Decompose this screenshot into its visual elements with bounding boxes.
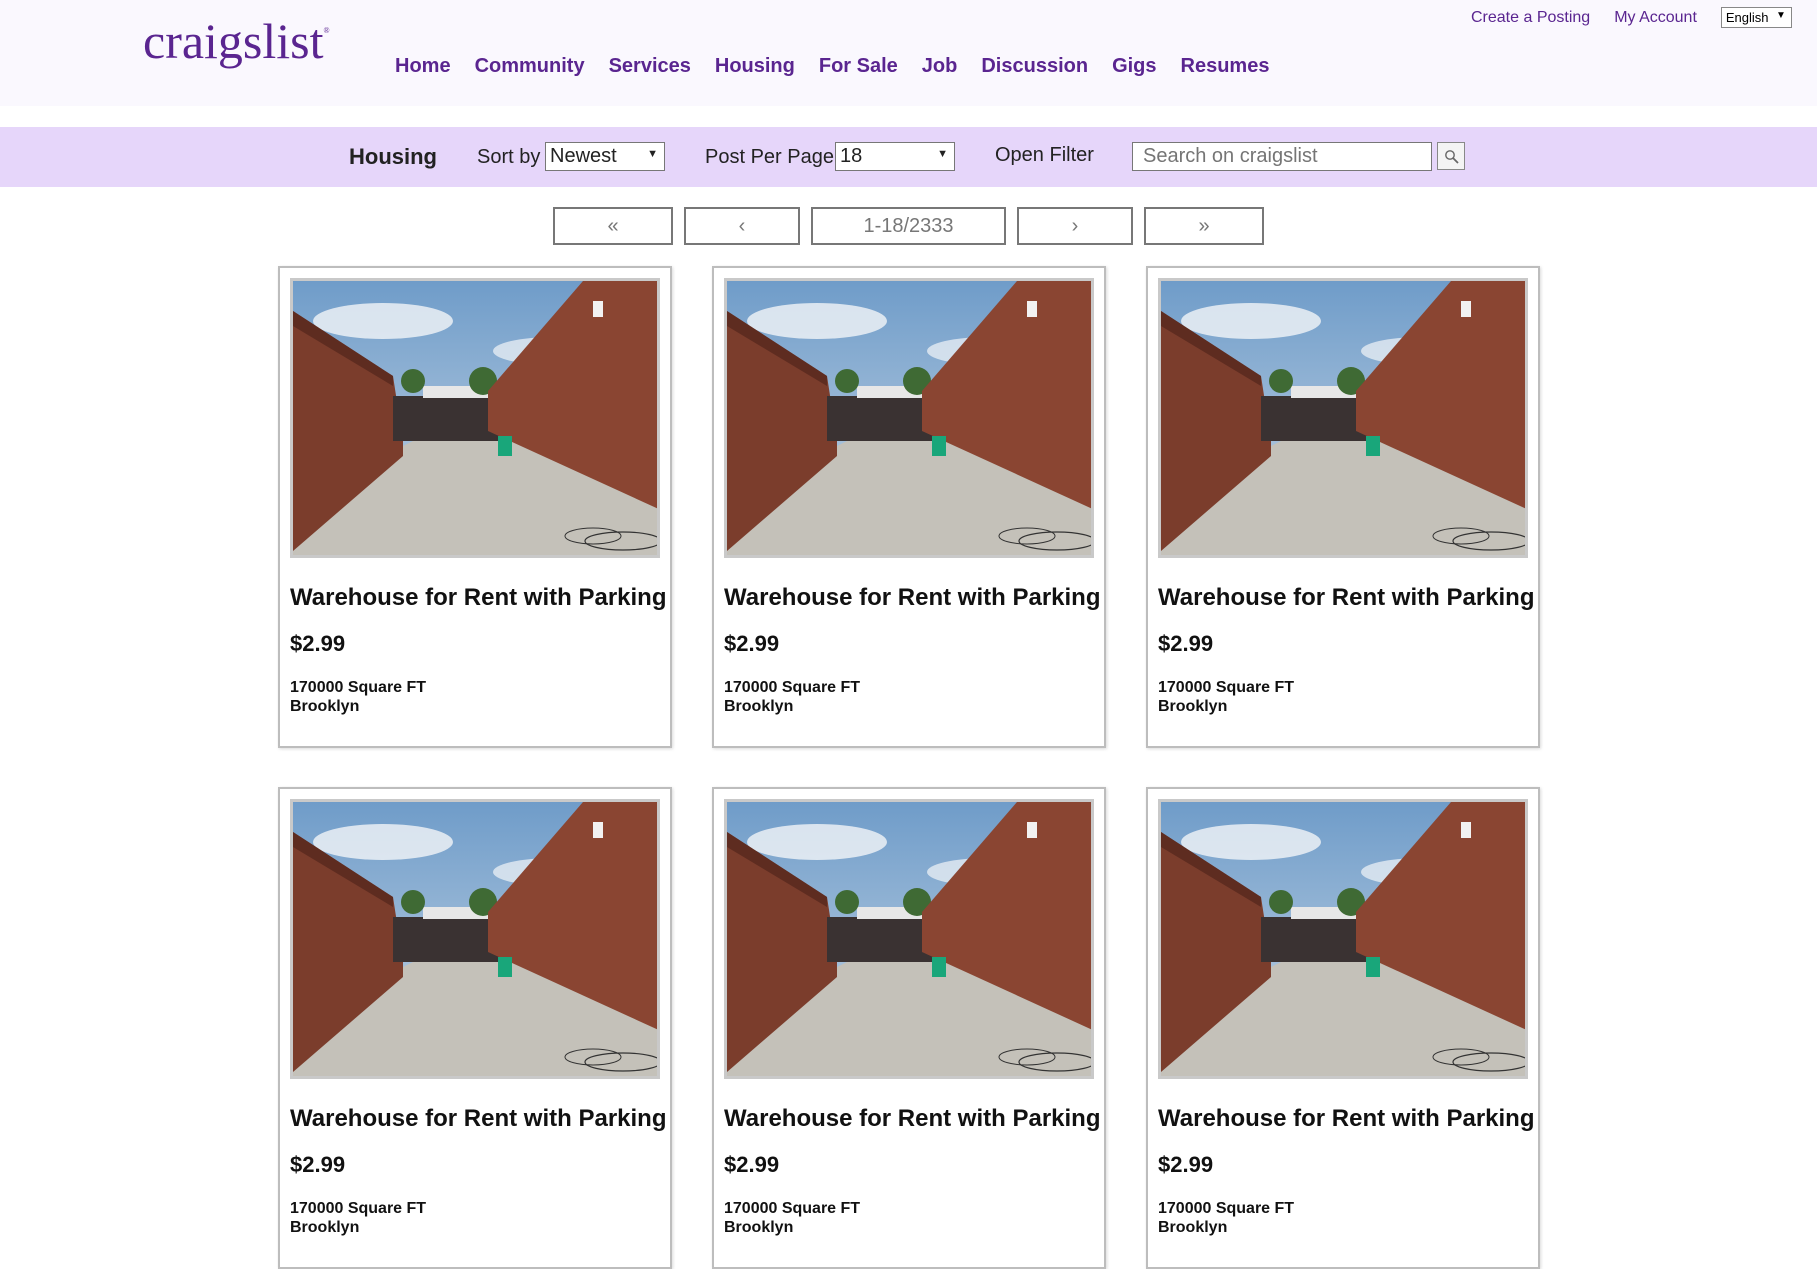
listing-card[interactable]: Warehouse for Rent with Parking $2.99 17… <box>278 787 672 1269</box>
nav-for-sale[interactable]: For Sale <box>819 55 898 78</box>
listing-title[interactable]: Warehouse for Rent with Parking <box>724 584 1101 612</box>
listing-toolbar: Housing Sort by Newest ▼ Post Per Page 1… <box>0 127 1817 187</box>
prev-page-button[interactable]: ‹ <box>684 207 800 245</box>
listing-card[interactable]: Warehouse for Rent with Parking $2.99 17… <box>1146 266 1540 748</box>
listing-photo[interactable] <box>724 799 1094 1079</box>
listing-location: Brooklyn <box>1158 1219 1228 1236</box>
listing-size: 170000 Square FT <box>724 1200 861 1217</box>
listing-price: $2.99 <box>290 631 346 656</box>
listing-photo[interactable] <box>724 278 1094 558</box>
nav-home[interactable]: Home <box>395 55 451 78</box>
last-page-button[interactable]: » <box>1144 207 1264 245</box>
listing-title[interactable]: Warehouse for Rent with Parking <box>1158 584 1535 612</box>
chevron-down-icon: ▼ <box>647 148 658 160</box>
warehouse-alley-image <box>293 802 657 1076</box>
per-page-value: 18 <box>840 145 863 167</box>
listing-photo[interactable] <box>1158 799 1528 1079</box>
listing-price: $2.99 <box>724 1152 780 1177</box>
nav-job[interactable]: Job <box>922 55 958 78</box>
listing-price: $2.99 <box>1158 1152 1214 1177</box>
search-button[interactable] <box>1437 142 1465 170</box>
listing-size: 170000 Square FT <box>1158 1200 1295 1217</box>
language-select[interactable]: English ▼ <box>1720 7 1792 28</box>
search-input[interactable] <box>1132 142 1432 171</box>
listing-card[interactable]: Warehouse for Rent with Parking $2.99 17… <box>712 787 1106 1269</box>
sort-value: Newest <box>550 145 617 167</box>
listing-title[interactable]: Warehouse for Rent with Parking <box>724 1105 1101 1133</box>
per-page-select[interactable]: 18 ▼ <box>835 142 955 171</box>
listing-size: 170000 Square FT <box>290 1200 427 1217</box>
nav-discussion[interactable]: Discussion <box>981 55 1088 78</box>
warehouse-alley-image <box>293 281 657 555</box>
listing-photo[interactable] <box>290 799 660 1079</box>
chevron-down-icon: ▼ <box>1775 10 1786 21</box>
listing-location: Brooklyn <box>724 1219 794 1236</box>
chevron-down-icon: ▼ <box>937 148 948 160</box>
listing-card[interactable]: Warehouse for Rent with Parking $2.99 17… <box>712 266 1106 748</box>
language-value: English <box>1725 10 1769 25</box>
sort-select[interactable]: Newest ▼ <box>545 142 665 171</box>
main-nav: Home Community Services Housing For Sale… <box>395 55 1293 78</box>
listing-photo[interactable] <box>1158 278 1528 558</box>
my-account-link[interactable]: My Account <box>1614 9 1697 27</box>
listing-card[interactable]: Warehouse for Rent with Parking $2.99 17… <box>278 266 672 748</box>
nav-resumes[interactable]: Resumes <box>1181 55 1270 78</box>
listing-size: 170000 Square FT <box>724 679 861 696</box>
nav-housing[interactable]: Housing <box>715 55 795 78</box>
nav-services[interactable]: Services <box>609 55 691 78</box>
nav-community[interactable]: Community <box>475 55 585 78</box>
listing-location: Brooklyn <box>1158 698 1228 715</box>
listing-location: Brooklyn <box>290 1219 360 1236</box>
warehouse-alley-image <box>727 281 1091 555</box>
listing-title[interactable]: Warehouse for Rent with Parking <box>290 584 667 612</box>
create-posting-link[interactable]: Create a Posting <box>1471 9 1590 27</box>
listing-price: $2.99 <box>1158 631 1214 656</box>
listing-card[interactable]: Warehouse for Rent with Parking $2.99 17… <box>1146 787 1540 1269</box>
page-range-indicator: 1-18/2333 <box>811 207 1006 245</box>
warehouse-alley-image <box>727 802 1091 1076</box>
listing-title[interactable]: Warehouse for Rent with Parking <box>290 1105 667 1133</box>
first-page-button[interactable]: « <box>553 207 673 245</box>
listing-size: 170000 Square FT <box>1158 679 1295 696</box>
listing-location: Brooklyn <box>290 698 360 715</box>
listing-photo[interactable] <box>290 278 660 558</box>
listing-title[interactable]: Warehouse for Rent with Parking <box>1158 1105 1535 1133</box>
craigslist-logo[interactable]: craigslist® <box>143 12 330 70</box>
site-header: craigslist® Home Community Services Hous… <box>0 0 1817 106</box>
listing-size: 170000 Square FT <box>290 679 427 696</box>
per-page-label: Post Per Page <box>705 146 834 168</box>
next-page-button[interactable]: › <box>1017 207 1133 245</box>
listing-price: $2.99 <box>290 1152 346 1177</box>
listing-price: $2.99 <box>724 631 780 656</box>
open-filter-button[interactable]: Open Filter <box>995 144 1094 167</box>
account-links: Create a Posting My Account English ▼ <box>1471 7 1792 28</box>
warehouse-alley-image <box>1161 281 1525 555</box>
category-title: Housing <box>349 144 437 169</box>
listing-location: Brooklyn <box>724 698 794 715</box>
sort-label: Sort by <box>477 146 541 168</box>
nav-gigs[interactable]: Gigs <box>1112 55 1156 78</box>
warehouse-alley-image <box>1161 802 1525 1076</box>
search-icon <box>1445 150 1459 164</box>
